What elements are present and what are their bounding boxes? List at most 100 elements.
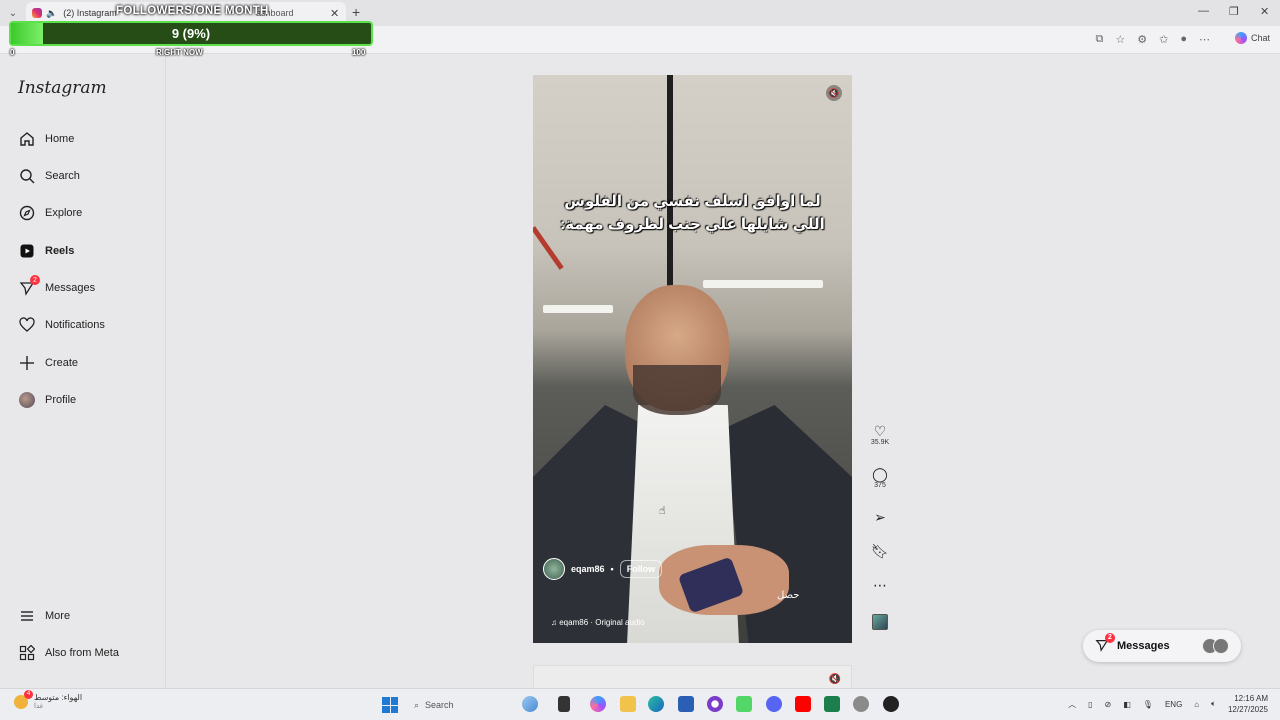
kick-app-icon[interactable] bbox=[736, 696, 752, 712]
split-screen-icon[interactable]: ⧉ bbox=[1096, 33, 1104, 46]
app-icon[interactable] bbox=[824, 696, 840, 712]
favorites-icon[interactable]: ✩ bbox=[1159, 33, 1168, 46]
youtube-app-icon[interactable] bbox=[795, 696, 811, 712]
minimize-icon[interactable]: — bbox=[1198, 5, 1209, 17]
chevron-up-icon[interactable]: ︿ bbox=[1068, 699, 1076, 710]
author-username[interactable]: eqam86 bbox=[571, 564, 605, 574]
sidebar-meta-label: Also from Meta bbox=[45, 647, 119, 659]
clock[interactable]: 12:16 AM 12/27/2025 bbox=[1228, 693, 1268, 715]
sidebar-item-label: Profile bbox=[45, 394, 77, 406]
sidebar-item-label: Messages bbox=[45, 282, 96, 294]
instagram-favicon-icon bbox=[32, 8, 42, 18]
avatar-icon bbox=[18, 391, 36, 409]
paper-plane-icon: ➢ bbox=[874, 509, 886, 525]
sidebar-item-profile[interactable]: Profile bbox=[18, 389, 76, 411]
audio-thumbnail[interactable] bbox=[866, 614, 894, 630]
browser-profile-icon[interactable]: ● bbox=[1180, 33, 1187, 46]
audio-playing-icon[interactable]: 🔈 bbox=[46, 8, 57, 19]
file-explorer-icon[interactable] bbox=[620, 696, 636, 712]
volume-icon[interactable]: 🔈︎ bbox=[1211, 699, 1216, 709]
widgets-app-icon[interactable] bbox=[522, 696, 538, 712]
mute-toggle-icon[interactable]: 🔇 bbox=[826, 85, 842, 101]
sidebar-item-home[interactable]: Home bbox=[18, 128, 74, 150]
avatar bbox=[19, 392, 35, 408]
more-dots-icon: ⋯ bbox=[873, 577, 887, 593]
heart-icon: ♡ bbox=[873, 423, 887, 439]
terminal-app-icon[interactable] bbox=[558, 696, 570, 712]
restore-icon[interactable]: ❐ bbox=[1229, 5, 1239, 18]
reel-video[interactable]: لما اوافق اسلف نفسي من الفلوس اللي شايله… bbox=[533, 75, 852, 643]
followers-max-label: 100 bbox=[352, 48, 366, 57]
store-app-icon[interactable] bbox=[678, 696, 694, 712]
instagram-logo[interactable]: Instagram bbox=[18, 78, 107, 98]
sidebar-item-label: Explore bbox=[45, 207, 83, 219]
instagram-page: Instagram Home Search Explore Reels 2 Me… bbox=[0, 54, 1280, 695]
messenger-icon: 2 bbox=[1095, 632, 1115, 655]
sidebar-item-label: Home bbox=[45, 133, 75, 145]
messages-pill-label: Messages bbox=[1117, 640, 1170, 652]
search-icon: ⌕ bbox=[414, 699, 420, 710]
extensions-icon[interactable]: ⚙ bbox=[1137, 33, 1147, 46]
sidebar-item-also-from-meta[interactable]: Also from Meta bbox=[18, 642, 119, 664]
search-icon bbox=[18, 167, 36, 185]
messages-badge: 2 bbox=[1105, 632, 1115, 643]
taskbar-search[interactable]: ⌕ Search bbox=[410, 695, 510, 715]
mute-toggle-icon[interactable]: 🔇 bbox=[829, 674, 841, 685]
compass-icon bbox=[18, 204, 36, 222]
reel-person-beard bbox=[633, 365, 721, 415]
taskbar-search-placeholder: Search bbox=[425, 700, 454, 710]
save-button[interactable]: 🔖︎ bbox=[866, 543, 894, 559]
favorite-star-icon[interactable]: ☆ bbox=[1115, 33, 1125, 46]
network-icon[interactable]: ⌂ bbox=[1194, 700, 1199, 709]
weather-text: الهواء: متوسط bbox=[34, 693, 83, 702]
weather-badge: 4 bbox=[24, 689, 33, 699]
sidebar-item-label: Reels bbox=[45, 245, 75, 257]
tray-app-icon[interactable]: ▯ bbox=[1088, 700, 1092, 709]
home-icon bbox=[18, 130, 36, 148]
sidebar-item-label: Search bbox=[45, 170, 80, 182]
weather-widget[interactable]: 4 الهواء: متوسط غدا bbox=[14, 689, 83, 710]
copilot-icon bbox=[1234, 32, 1247, 44]
reel-audio-link[interactable]: ♫ eqam86 · Original audio bbox=[551, 618, 645, 627]
new-tab-button[interactable]: + bbox=[352, 4, 360, 20]
followers-min-label: 0 bbox=[10, 48, 15, 57]
sidebar-item-create[interactable]: Create bbox=[18, 352, 78, 374]
sidebar-item-reels[interactable]: Reels bbox=[18, 240, 74, 262]
start-button-icon[interactable] bbox=[382, 697, 398, 713]
settings-gear-icon[interactable] bbox=[853, 696, 869, 712]
sidebar-item-messages[interactable]: 2 Messages bbox=[18, 275, 96, 299]
meta-apps-icon bbox=[18, 644, 36, 662]
system-tray: ︿ ▯ ⊘ ◧ 🎙︎ ENG ⌂ 🔈︎ 12:16 AM 12/27/2025 bbox=[1068, 693, 1268, 715]
edge-browser-icon[interactable] bbox=[648, 696, 664, 712]
tray-app-icon[interactable]: ⊘ bbox=[1105, 700, 1112, 709]
author-avatar[interactable] bbox=[543, 558, 565, 580]
clock-date: 12/27/2025 bbox=[1227, 705, 1268, 714]
reel-audio-label: eqam86 · Original audio bbox=[559, 618, 645, 627]
sidebar-item-search[interactable]: Search bbox=[18, 165, 80, 187]
chat-label: Chat bbox=[1250, 33, 1270, 43]
copilot-app-icon[interactable] bbox=[590, 696, 606, 712]
sidebar-item-notifications[interactable]: Notifications bbox=[18, 314, 105, 336]
close-window-icon[interactable]: ✕ bbox=[1260, 5, 1269, 18]
discord-app-icon[interactable] bbox=[766, 696, 782, 712]
ceiling-light bbox=[703, 280, 823, 288]
app-icon[interactable] bbox=[707, 696, 723, 712]
comment-button[interactable]: ◯ 375 bbox=[866, 466, 894, 489]
messages-floating-button[interactable]: 2 Messages bbox=[1083, 630, 1241, 662]
language-indicator[interactable]: ENG bbox=[1165, 700, 1182, 709]
browser-menu-icon[interactable]: ⋯ bbox=[1199, 33, 1210, 46]
more-options-button[interactable]: ⋯ bbox=[866, 577, 894, 593]
tray-app-icon[interactable]: ◧ bbox=[1123, 700, 1131, 709]
reel-caption-line: لما اوافق اسلف نفسي من الفلوس bbox=[564, 193, 821, 210]
copilot-chat-button[interactable]: Chat bbox=[1234, 32, 1270, 44]
followers-now-label: RIGHT NOW bbox=[156, 48, 203, 57]
app-icon[interactable] bbox=[883, 696, 899, 712]
follow-button[interactable]: Follow bbox=[619, 560, 663, 578]
reels-icon bbox=[18, 242, 36, 260]
sidebar-item-explore[interactable]: Explore bbox=[18, 202, 82, 224]
share-button[interactable]: ➢ bbox=[866, 509, 894, 525]
sidebar-item-more[interactable]: More bbox=[18, 605, 70, 627]
close-tab-icon[interactable]: ✕ bbox=[330, 7, 339, 20]
microphone-icon[interactable]: 🎙︎ bbox=[1143, 700, 1153, 709]
like-button[interactable]: ♡ 35.9K bbox=[866, 423, 894, 446]
